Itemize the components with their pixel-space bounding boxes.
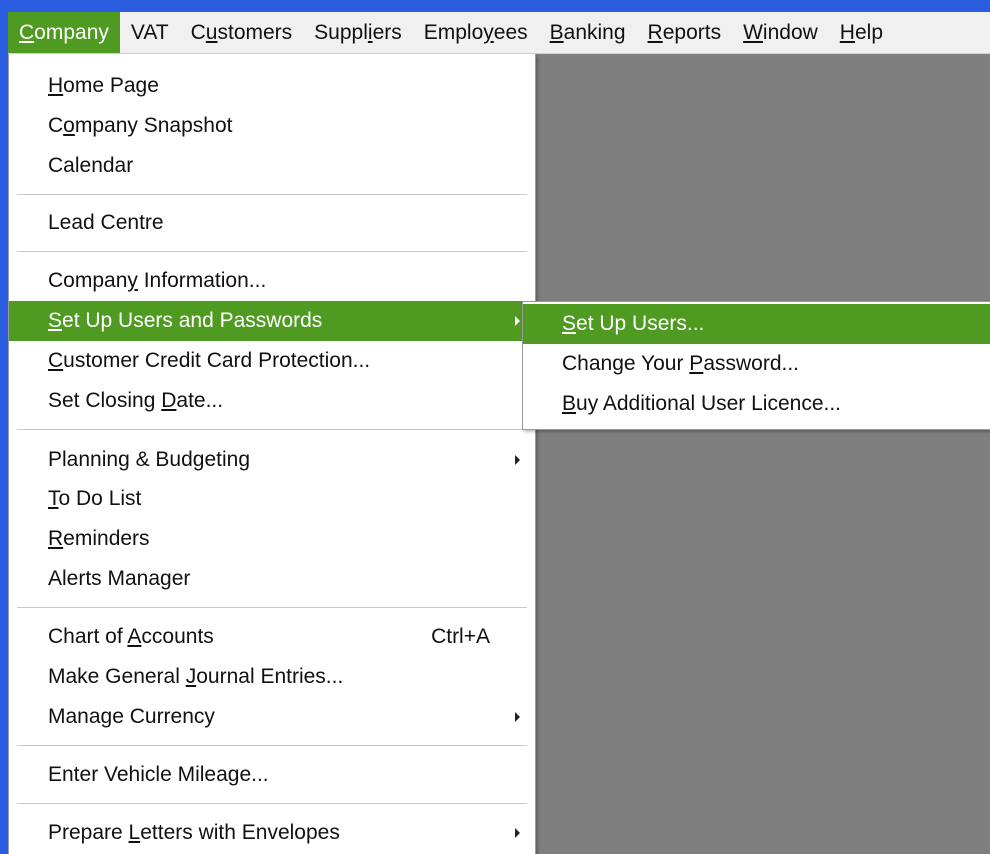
window-frame-top xyxy=(0,0,990,12)
menu-item-to-do-list[interactable]: To Do List xyxy=(9,479,535,519)
menu-item-enter-vehicle-mileage[interactable]: Enter Vehicle Mileage... xyxy=(9,755,535,795)
menubar-banking[interactable]: Banking xyxy=(539,12,637,53)
menu-separator xyxy=(17,607,527,608)
menu-item-lead-centre[interactable]: Lead Centre xyxy=(9,203,535,243)
menu-bar: Company VAT Customers Suppliers Employee… xyxy=(8,12,990,54)
menubar-employees[interactable]: Employees xyxy=(413,12,539,53)
menubar-window[interactable]: Window xyxy=(732,12,829,53)
menu-item-reminders[interactable]: Reminders xyxy=(9,519,535,559)
users-passwords-submenu: Set Up Users... Change Your Password... … xyxy=(522,301,990,430)
submenu-arrow-icon xyxy=(515,828,520,838)
menu-item-home-page[interactable]: Home Page xyxy=(9,66,535,106)
menu-item-set-up-users-and-passwords[interactable]: Set Up Users and Passwords xyxy=(9,301,535,341)
menubar-help[interactable]: Help xyxy=(829,12,894,53)
menu-item-company-snapshot[interactable]: Company Snapshot xyxy=(9,106,535,146)
menu-item-chart-of-accounts[interactable]: Chart of Accounts Ctrl+A xyxy=(9,617,535,657)
menu-separator xyxy=(17,745,527,746)
submenu-item-change-your-password[interactable]: Change Your Password... xyxy=(523,344,990,384)
window-frame-left xyxy=(0,0,8,854)
menu-item-set-closing-date[interactable]: Set Closing Date... xyxy=(9,381,535,421)
menubar-reports[interactable]: Reports xyxy=(637,12,733,53)
menu-item-alerts-manager[interactable]: Alerts Manager xyxy=(9,559,535,599)
menubar-vat[interactable]: VAT xyxy=(120,12,180,53)
submenu-arrow-icon xyxy=(515,712,520,722)
menubar-customers[interactable]: Customers xyxy=(180,12,304,53)
menu-separator xyxy=(17,429,527,430)
menu-item-company-information[interactable]: Company Information... xyxy=(9,261,535,301)
submenu-item-buy-additional-user-licence[interactable]: Buy Additional User Licence... xyxy=(523,384,990,424)
submenu-item-set-up-users[interactable]: Set Up Users... xyxy=(523,304,990,344)
menu-item-planning-and-budgeting[interactable]: Planning & Budgeting xyxy=(9,440,535,480)
shortcut-label: Ctrl+A xyxy=(431,625,490,648)
menubar-company[interactable]: Company xyxy=(8,12,120,53)
menubar-suppliers[interactable]: Suppliers xyxy=(303,12,413,53)
menu-item-customer-credit-card-protection[interactable]: Customer Credit Card Protection... xyxy=(9,341,535,381)
menu-separator xyxy=(17,803,527,804)
company-menu: Home Page Company Snapshot Calendar Lead… xyxy=(8,54,536,854)
menu-separator xyxy=(17,251,527,252)
menu-item-prepare-letters-with-envelopes[interactable]: Prepare Letters with Envelopes xyxy=(9,813,535,853)
menu-item-calendar[interactable]: Calendar xyxy=(9,146,535,186)
menu-separator xyxy=(17,194,527,195)
menu-item-manage-currency[interactable]: Manage Currency xyxy=(9,697,535,737)
submenu-arrow-icon xyxy=(515,316,520,326)
menu-item-make-general-journal-entries[interactable]: Make General Journal Entries... xyxy=(9,657,535,697)
submenu-arrow-icon xyxy=(515,455,520,465)
